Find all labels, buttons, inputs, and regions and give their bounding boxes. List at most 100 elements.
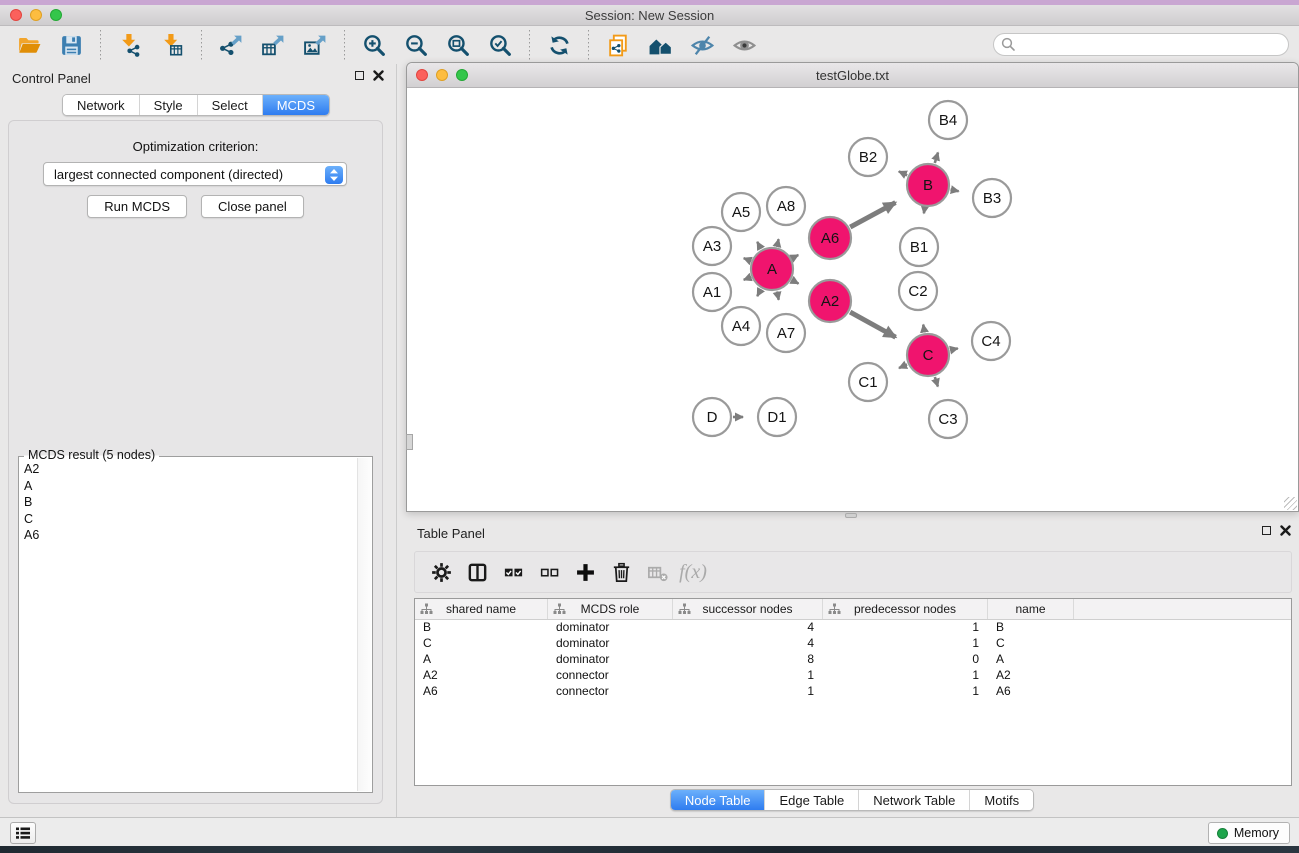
graph-node-A5[interactable]: A5 xyxy=(722,193,760,231)
table-row[interactable]: A2connector11A2 xyxy=(415,668,1291,684)
graph-node-A1[interactable]: A1 xyxy=(693,273,731,311)
graph-node-B4[interactable]: B4 xyxy=(929,101,967,139)
show-columns-button[interactable] xyxy=(459,555,495,589)
float-panel-icon[interactable] xyxy=(355,71,364,80)
home-view-button[interactable] xyxy=(643,29,677,61)
column-header-name[interactable]: name xyxy=(988,599,1074,619)
panel-splitter[interactable] xyxy=(396,64,397,817)
graph-edge-A-A4[interactable] xyxy=(757,289,761,296)
tab-style[interactable]: Style xyxy=(139,95,197,115)
table-row[interactable]: Bdominator41B xyxy=(415,620,1291,636)
import-network-button[interactable] xyxy=(113,29,147,61)
column-header-successor-nodes[interactable]: successor nodes xyxy=(673,599,823,619)
tab-select[interactable]: Select xyxy=(197,95,262,115)
tab-node-table[interactable]: Node Table xyxy=(671,790,765,810)
table-row[interactable]: A6connector11A6 xyxy=(415,684,1291,700)
run-mcds-button[interactable]: Run MCDS xyxy=(87,195,187,218)
graph-node-A2[interactable]: A2 xyxy=(809,280,851,322)
graph-edge-A-A7[interactable] xyxy=(777,291,779,299)
float-table-panel-icon[interactable] xyxy=(1262,526,1271,535)
graph-edge-A-A5[interactable] xyxy=(757,242,761,249)
task-history-button[interactable] xyxy=(10,822,36,844)
refresh-view-button[interactable] xyxy=(542,29,576,61)
memory-button[interactable]: Memory xyxy=(1208,822,1290,844)
graph-edge-A-A6[interactable] xyxy=(792,255,798,258)
graph-edge-C-C2[interactable] xyxy=(923,325,924,333)
graph-node-A[interactable]: A xyxy=(751,248,793,290)
close-table-panel-icon[interactable] xyxy=(1280,525,1291,536)
graph-node-D[interactable]: D xyxy=(693,398,731,436)
close-panel-button[interactable]: Close panel xyxy=(201,195,304,218)
horizontal-splitter-handle[interactable] xyxy=(845,513,857,518)
hide-selected-button[interactable] xyxy=(685,29,719,61)
search-input[interactable] xyxy=(993,33,1289,56)
mcds-result-item[interactable]: A2 xyxy=(21,461,355,478)
unselect-all-columns-button[interactable] xyxy=(531,555,567,589)
column-header-predecessor-nodes[interactable]: predecessor nodes xyxy=(823,599,988,619)
copy-network-button[interactable] xyxy=(601,29,635,61)
tab-edge-table[interactable]: Edge Table xyxy=(764,790,858,810)
graph-edge-B-B2[interactable] xyxy=(899,171,907,175)
column-header-shared-name[interactable]: shared name xyxy=(415,599,548,619)
graph-node-A3[interactable]: A3 xyxy=(693,227,731,265)
tab-motifs[interactable]: Motifs xyxy=(969,790,1033,810)
graph-edge-B-B3[interactable] xyxy=(951,190,959,192)
graph-node-C1[interactable]: C1 xyxy=(849,363,887,401)
table-row[interactable]: Cdominator41C xyxy=(415,636,1291,652)
zoom-in-button[interactable] xyxy=(357,29,391,61)
close-panel-icon[interactable] xyxy=(373,70,384,81)
tab-mcds[interactable]: MCDS xyxy=(262,95,329,115)
network-canvas[interactable]: A A1 A2 A3 A4 A5 A6 A7 A8 B B1 B2 B3 B4 C C1 C2 C3 C4 D D1 xyxy=(407,88,1298,511)
graph-node-B2[interactable]: B2 xyxy=(849,138,887,176)
graph-edge-A-A8[interactable] xyxy=(777,239,779,246)
graph-edge-C-C3[interactable] xyxy=(935,377,938,387)
column-header-MCDS-role[interactable]: MCDS role xyxy=(548,599,673,619)
graph-edge-A6-B[interactable] xyxy=(850,203,895,227)
mcds-result-item[interactable]: A6 xyxy=(21,527,355,544)
zoom-fit-button[interactable] xyxy=(441,29,475,61)
graph-node-C3[interactable]: C3 xyxy=(929,400,967,438)
graph-node-D1[interactable]: D1 xyxy=(758,398,796,436)
graph-node-B[interactable]: B xyxy=(907,164,949,206)
graph-edge-A2-C[interactable] xyxy=(850,312,895,337)
graph-node-A6[interactable]: A6 xyxy=(809,217,851,259)
graph-edge-B-B4[interactable] xyxy=(935,152,938,163)
import-table-button[interactable] xyxy=(155,29,189,61)
mcds-result-item[interactable]: A xyxy=(21,478,355,495)
network-left-splitter-handle[interactable] xyxy=(406,434,413,450)
graph-node-B1[interactable]: B1 xyxy=(900,228,938,266)
graph-node-B3[interactable]: B3 xyxy=(973,179,1011,217)
table-settings-button[interactable] xyxy=(423,555,459,589)
save-session-button[interactable] xyxy=(54,29,88,61)
delete-columns-button[interactable] xyxy=(603,555,639,589)
graph-edge-C-C4[interactable] xyxy=(950,348,957,350)
show-all-button[interactable] xyxy=(727,29,761,61)
export-network-button[interactable] xyxy=(214,29,248,61)
export-image-button[interactable] xyxy=(298,29,332,61)
zoom-selected-button[interactable] xyxy=(483,29,517,61)
optimization-criterion-select[interactable]: largest connected component (directed) xyxy=(43,162,347,186)
graph-node-C2[interactable]: C2 xyxy=(899,272,937,310)
graph-edge-C-C1[interactable] xyxy=(899,364,907,368)
create-column-button[interactable] xyxy=(567,555,603,589)
graph-edge-B-B1[interactable] xyxy=(924,208,925,214)
graph-node-A4[interactable]: A4 xyxy=(722,307,760,345)
graph-node-A8[interactable]: A8 xyxy=(767,187,805,225)
graph-edge-A-A2[interactable] xyxy=(792,280,798,283)
mcds-result-item[interactable]: C xyxy=(21,511,355,528)
tab-network-table[interactable]: Network Table xyxy=(858,790,969,810)
mcds-result-item[interactable]: B xyxy=(21,494,355,511)
tab-network[interactable]: Network xyxy=(63,95,139,115)
network-resize-grip[interactable] xyxy=(1284,497,1297,510)
graph-node-C[interactable]: C xyxy=(907,334,949,376)
open-file-button[interactable] xyxy=(12,29,46,61)
mcds-list-scrollbar[interactable] xyxy=(357,458,371,791)
table-row[interactable]: Adominator80A xyxy=(415,652,1291,668)
zoom-out-button[interactable] xyxy=(399,29,433,61)
graph-node-C4[interactable]: C4 xyxy=(972,322,1010,360)
graph-edge-A-A1[interactable] xyxy=(744,277,751,280)
select-all-columns-button[interactable] xyxy=(495,555,531,589)
graph-edge-A-A3[interactable] xyxy=(744,258,751,261)
export-table-button[interactable] xyxy=(256,29,290,61)
graph-node-A7[interactable]: A7 xyxy=(767,314,805,352)
